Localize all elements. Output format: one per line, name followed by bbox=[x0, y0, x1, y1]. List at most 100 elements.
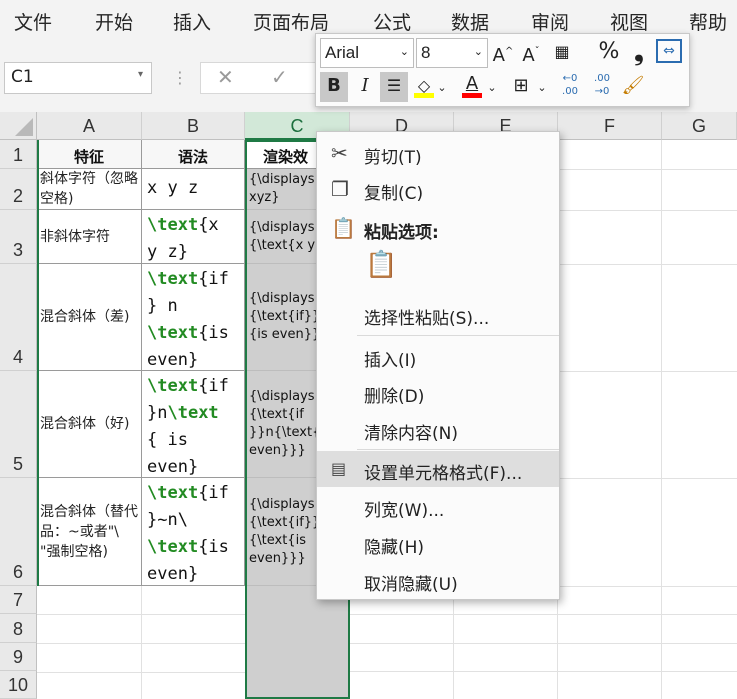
menu-item-format-cells[interactable]: ▤ 设置单元格格式(F)... bbox=[317, 451, 559, 487]
tab-home[interactable]: 开始 bbox=[95, 8, 133, 35]
row-header-10[interactable]: 10 bbox=[0, 671, 37, 699]
chevron-down-icon[interactable]: ▾ bbox=[138, 69, 143, 80]
row-number: 10 bbox=[7, 675, 29, 695]
copy-icon: ❐ bbox=[331, 177, 349, 201]
code-text: { is bbox=[147, 430, 188, 450]
row-number: 9 bbox=[12, 647, 23, 667]
increase-decimal-icon[interactable]: ←0.00 bbox=[556, 72, 584, 98]
wrap-text-icon[interactable]: ⇔ bbox=[656, 39, 682, 63]
row-number: 7 bbox=[12, 590, 23, 610]
tab-help[interactable]: 帮助 bbox=[689, 8, 727, 35]
borders-icon[interactable]: ⊞ bbox=[508, 72, 534, 100]
menu-item-label: 删除(D) bbox=[364, 387, 425, 407]
row-header-9[interactable]: 9 bbox=[0, 643, 37, 671]
row-header-2[interactable]: 2 bbox=[0, 169, 37, 210]
code-text: {is bbox=[198, 537, 229, 557]
menu-item-hide[interactable]: 隐藏(H) bbox=[317, 525, 559, 561]
increase-font-icon[interactable]: A^ bbox=[492, 38, 514, 70]
comma-style-icon[interactable]: ❟ bbox=[628, 38, 650, 66]
menu-item-column-width[interactable]: 列宽(W)... bbox=[317, 488, 559, 524]
column-header-b[interactable]: B bbox=[142, 112, 245, 140]
tab-view[interactable]: 视图 bbox=[610, 8, 648, 35]
code-keyword: \text bbox=[167, 403, 219, 423]
tab-page-layout[interactable]: 页面布局 bbox=[253, 8, 329, 35]
row-header-7[interactable]: 7 bbox=[0, 586, 37, 614]
cell-b5[interactable]: \text{if }n\text { is even} bbox=[142, 371, 245, 478]
column-header-g[interactable]: G bbox=[662, 112, 737, 140]
tab-formulas[interactable]: 公式 bbox=[373, 8, 411, 35]
column-c-selection-fill[interactable] bbox=[245, 586, 350, 699]
decrease-decimal-icon[interactable]: .00 →0 bbox=[588, 72, 616, 98]
fill-color-icon[interactable]: ◇ bbox=[412, 72, 436, 100]
menu-item-copy[interactable]: ❐ 复制(C) bbox=[317, 171, 559, 207]
menu-item-label: 粘贴选项: bbox=[364, 223, 439, 243]
row-header-1[interactable]: 1 bbox=[0, 140, 37, 169]
menu-item-unhide[interactable]: 取消隐藏(U) bbox=[317, 562, 559, 598]
code-text: {if bbox=[198, 483, 229, 503]
cell-a4[interactable]: 混合斜体（差) bbox=[37, 264, 142, 371]
cell-a6[interactable]: 混合斜体（替代品：~或者"\ "强制空格) bbox=[37, 478, 142, 586]
menu-item-insert[interactable]: 插入(I) bbox=[317, 338, 559, 374]
row-header-4[interactable]: 4 bbox=[0, 264, 37, 371]
format-cells-icon: ▤ bbox=[331, 459, 347, 478]
cell-b6[interactable]: \text{if }~n\ \text{is even} bbox=[142, 478, 245, 586]
row-number: 6 bbox=[12, 562, 23, 582]
chevron-down-icon[interactable]: ⌄ bbox=[486, 74, 498, 102]
menu-item-cut[interactable]: ✂ 剪切(T) bbox=[317, 135, 559, 171]
row-header-8[interactable]: 8 bbox=[0, 614, 37, 643]
column-header-f[interactable]: F bbox=[558, 112, 662, 140]
number-format-icon[interactable]: ▦ bbox=[548, 38, 576, 66]
code-text: {x bbox=[198, 215, 219, 235]
paste-values-icon[interactable]: 📋 bbox=[365, 250, 405, 294]
row-header-6[interactable]: 6 bbox=[0, 478, 37, 586]
cell-b1[interactable]: 语法 bbox=[142, 140, 245, 169]
row-header-5[interactable]: 5 bbox=[0, 371, 37, 478]
name-box-value: C1 bbox=[11, 67, 34, 87]
chevron-down-icon: ⌄ bbox=[399, 46, 409, 58]
chevron-down-icon[interactable]: ⌄ bbox=[536, 74, 548, 102]
align-center-icon[interactable]: ☰ bbox=[380, 72, 408, 102]
confirm-icon[interactable]: ✓ bbox=[271, 65, 288, 89]
tab-review[interactable]: 审阅 bbox=[531, 8, 569, 35]
cancel-icon[interactable]: ✕ bbox=[217, 65, 234, 89]
font-size-select[interactable]: 8 ⌄ bbox=[416, 38, 488, 68]
paste-icon: 📋 bbox=[331, 216, 356, 240]
code-keyword: \text bbox=[147, 269, 199, 289]
menu-separator bbox=[357, 449, 559, 450]
name-box[interactable]: C1 ▾ bbox=[4, 62, 152, 94]
bold-button[interactable]: B bbox=[320, 72, 348, 102]
code-text: even} bbox=[147, 564, 199, 584]
menu-item-delete[interactable]: 删除(D) bbox=[317, 374, 559, 410]
code-text: }~n\ bbox=[147, 510, 188, 530]
decrease-font-icon[interactable]: Aˇ bbox=[520, 38, 542, 70]
percent-icon[interactable]: % bbox=[596, 38, 622, 66]
tab-file[interactable]: 文件 bbox=[14, 8, 52, 35]
code-keyword: \text bbox=[147, 483, 199, 503]
tab-data[interactable]: 数据 bbox=[451, 8, 489, 35]
select-all-corner[interactable] bbox=[0, 112, 37, 140]
font-color-icon[interactable]: A bbox=[460, 70, 484, 98]
row-number: 1 bbox=[12, 145, 23, 165]
code-keyword: \text bbox=[147, 376, 199, 396]
column-header-a[interactable]: A bbox=[37, 112, 142, 140]
italic-button[interactable]: I bbox=[352, 72, 378, 100]
menu-item-paste-options: 📋 粘贴选项: bbox=[317, 210, 559, 246]
menu-item-paste-special[interactable]: 选择性粘贴(S)... bbox=[317, 296, 559, 332]
cell-b4[interactable]: \text{if } n \text{is even} bbox=[142, 264, 245, 371]
format-painter-icon[interactable]: 🖌 bbox=[620, 72, 646, 100]
cell-a5[interactable]: 混合斜体（好) bbox=[37, 371, 142, 478]
tab-insert[interactable]: 插入 bbox=[173, 8, 211, 35]
font-name-select[interactable]: Arial ⌄ bbox=[320, 38, 414, 68]
cell-a3[interactable]: 非斜体字符 bbox=[37, 210, 142, 264]
grid-line bbox=[350, 671, 737, 672]
menu-item-label: 剪切(T) bbox=[364, 148, 422, 168]
row-header-3[interactable]: 3 bbox=[0, 210, 37, 264]
chevron-down-icon[interactable]: ⌄ bbox=[436, 74, 448, 102]
menu-item-clear-contents[interactable]: 清除内容(N) bbox=[317, 411, 559, 447]
cell-a2[interactable]: 斜体字符（忽略空格) bbox=[37, 169, 142, 210]
cell-b2[interactable]: x y z bbox=[142, 169, 245, 210]
code-text: y z} bbox=[147, 242, 188, 262]
empty-cells-lower[interactable] bbox=[37, 586, 245, 699]
cell-a1[interactable]: 特征 bbox=[37, 140, 142, 169]
cell-b3[interactable]: \text{x y z} bbox=[142, 210, 245, 264]
